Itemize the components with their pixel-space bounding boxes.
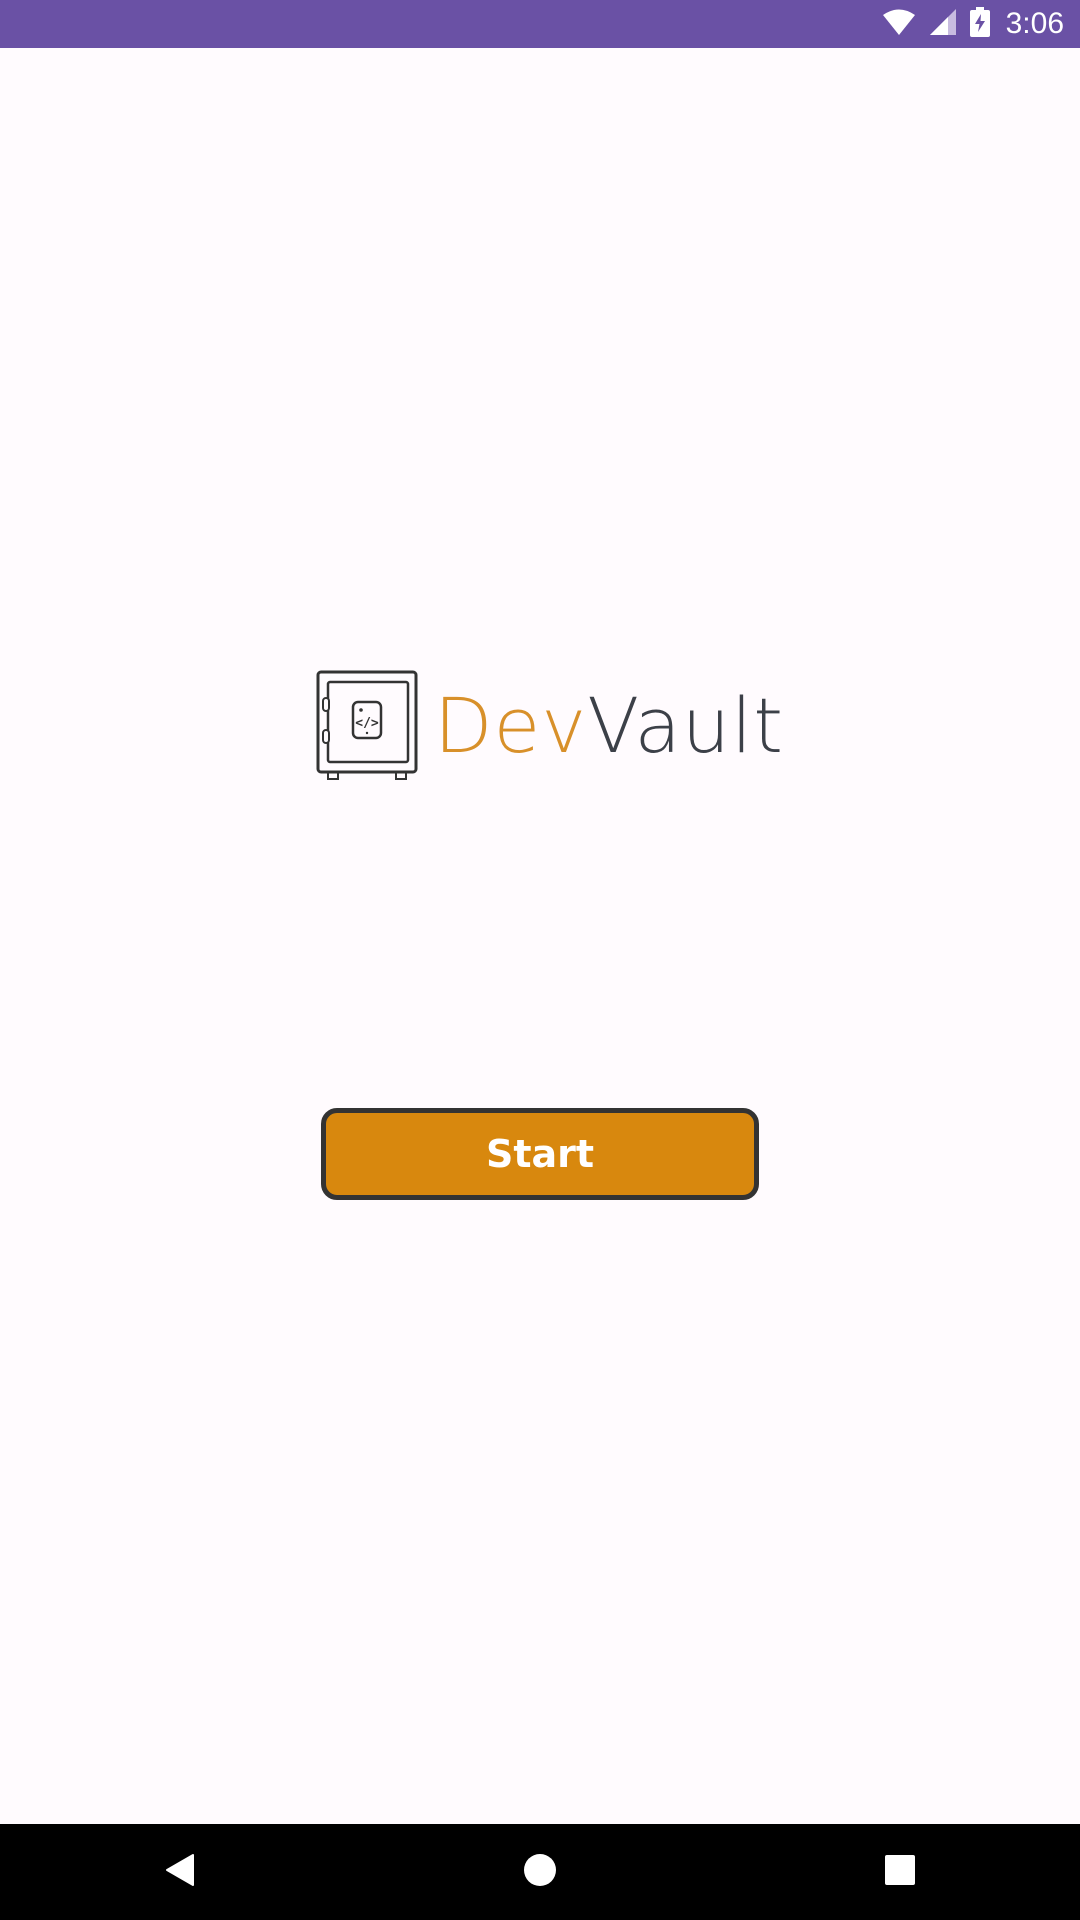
- navigation-bar: [0, 1824, 1080, 1920]
- status-icons: 3:06: [882, 7, 1064, 41]
- recents-icon: [885, 1855, 915, 1889]
- back-button[interactable]: [120, 1824, 240, 1920]
- start-button[interactable]: Start: [321, 1108, 759, 1200]
- wifi-icon: [882, 8, 916, 40]
- battery-charging-icon: [969, 7, 990, 41]
- app-logo: </> DevVault: [316, 670, 784, 786]
- back-icon: [165, 1853, 195, 1891]
- status-bar: 3:06: [0, 0, 1080, 48]
- signal-icon: [928, 7, 958, 41]
- start-button-label: Start: [485, 1132, 595, 1176]
- logo-text-dev: Dev: [434, 680, 588, 770]
- status-time: 3:06: [1005, 7, 1064, 40]
- logo-text-vault: Vault: [587, 680, 785, 770]
- svg-text:</>: </>: [355, 716, 379, 731]
- main-content: </> DevVault Start: [0, 48, 1080, 1824]
- home-button[interactable]: [480, 1824, 600, 1920]
- safe-code-icon: </>: [316, 670, 420, 786]
- home-icon: [523, 1853, 557, 1891]
- recents-button[interactable]: [840, 1824, 960, 1920]
- logo-wordmark: DevVault: [434, 681, 784, 770]
